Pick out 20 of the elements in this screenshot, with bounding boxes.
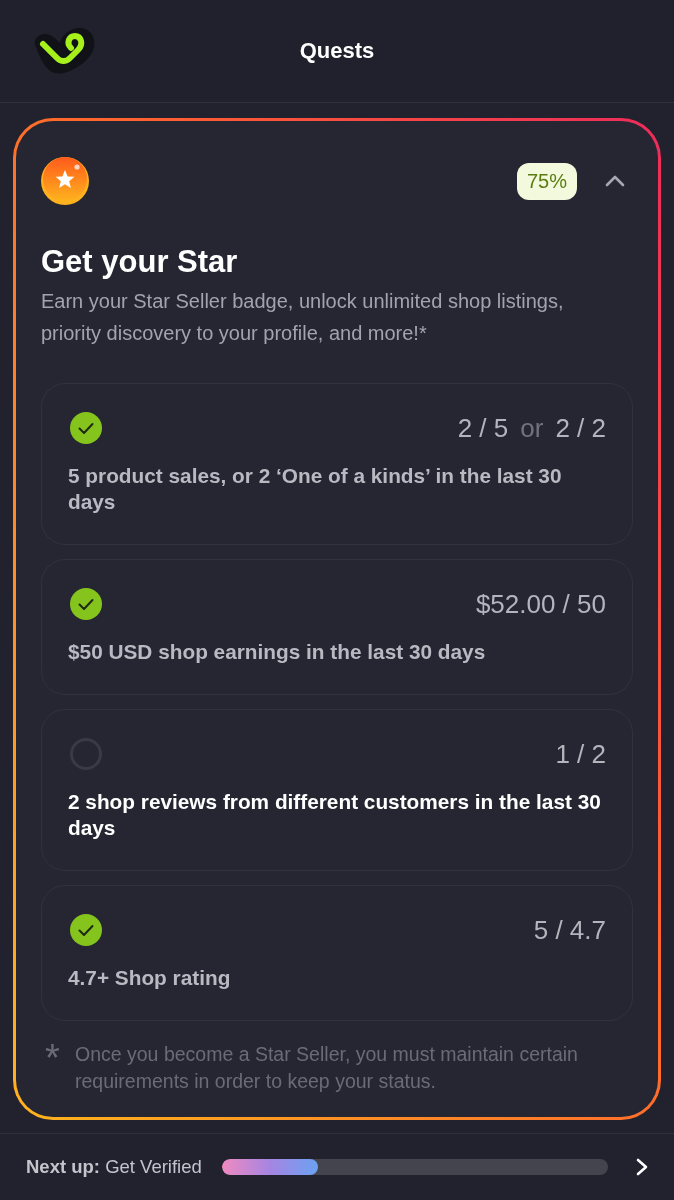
page-title: Quests [299,37,375,65]
requirement-text: 5 product sales, or 2 ‘One of a kinds’ in the last 30 days [68,463,563,516]
progress-count: 1 / 2 [555,738,606,771]
footnote-text: Once you become a Star Seller, you must maintain certain requirements in order to keep your status. [75,1042,579,1095]
next-button[interactable] [636,1158,648,1176]
star-coin-icon [41,157,89,205]
progress-count: $52.00 / 50 [475,588,606,621]
progress-count: 2 / 2 [555,412,606,445]
separator-text: or [520,412,544,445]
progress-badge: 75% [516,162,577,200]
requirement-text: $50 USD shop earnings in the last 30 days [68,639,487,666]
requirement-text: 2 shop reviews from different customers in the last 30 days [68,789,602,842]
progress-count: 2 / 5 [457,412,509,445]
next-up-text: Next up: Get Verified [26,1155,202,1180]
quest-title: Get your Star [41,243,239,281]
quest-description: Earn your Star Seller badge, unlock unlimited shop listings, priority discovery to your profile, and more!* [41,289,565,347]
chevron-right-icon [636,1158,648,1176]
footnote-mark: * [44,1041,61,1082]
requirement-text: 4.7+ Shop rating [68,965,232,992]
progress-count: 5 / 4.7 [533,914,606,947]
